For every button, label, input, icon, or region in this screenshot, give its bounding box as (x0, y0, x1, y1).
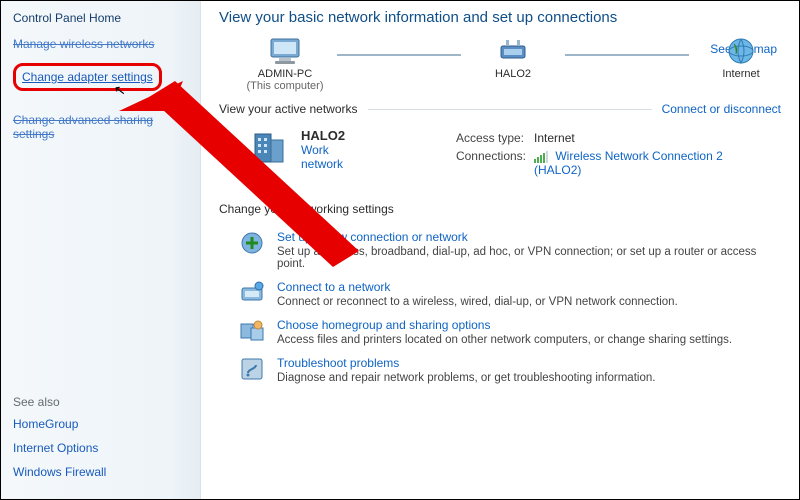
setting-connect-network[interactable]: Connect to a network Connect or reconnec… (219, 274, 781, 312)
setting-title: Connect to a network (277, 280, 678, 294)
setting-title: Troubleshoot problems (277, 356, 655, 370)
setting-desc: Set up a wireless, broadband, dial-up, a… (277, 246, 781, 270)
setting-desc: Access files and printers located on oth… (277, 334, 732, 346)
map-connector-1 (337, 54, 461, 56)
active-network-block: HALO2 Work network Access type: Internet… (219, 124, 781, 188)
active-network-name: HALO2 (301, 128, 374, 143)
sidebar: Control Panel Home Manage wireless netwo… (1, 1, 201, 499)
globe-icon (726, 36, 756, 66)
connect-network-icon (239, 280, 265, 306)
computer-icon (267, 36, 303, 66)
access-type-label: Access type: (456, 130, 532, 146)
node-router-label: HALO2 (495, 68, 531, 80)
connect-disconnect-link[interactable]: Connect or disconnect (662, 102, 781, 116)
router-icon (498, 36, 528, 66)
setting-troubleshoot[interactable]: Troubleshoot problems Diagnose and repai… (219, 350, 781, 388)
see-also-internet-options[interactable]: Internet Options (13, 441, 188, 455)
setting-desc: Connect or reconnect to a wireless, wire… (277, 296, 678, 308)
sidebar-link-change-adapter[interactable]: Change adapter settings (22, 70, 153, 84)
see-also-homegroup[interactable]: HomeGroup (13, 417, 188, 431)
node-internet-label: Internet (722, 68, 759, 80)
page-title: View your basic network information and … (219, 9, 781, 26)
node-router[interactable]: HALO2 (473, 36, 553, 92)
node-pc-label: ADMIN-PC (258, 68, 312, 80)
see-also-label: See also (13, 395, 188, 409)
sidebar-link-manage-wireless[interactable]: Manage wireless networks (13, 37, 188, 51)
setting-desc: Diagnose and repair network problems, or… (277, 372, 655, 384)
setup-connection-icon (239, 230, 265, 256)
active-networks-header: View your active networks (219, 102, 358, 116)
see-also-windows-firewall[interactable]: Windows Firewall (13, 465, 188, 479)
homegroup-icon (239, 318, 265, 344)
connections-label: Connections: (456, 148, 532, 178)
network-map: ADMIN-PC (This computer) HALO2 Int (245, 36, 781, 92)
divider-line (368, 109, 652, 110)
change-settings-header: Change your networking settings (219, 202, 781, 216)
troubleshoot-icon (239, 356, 265, 382)
active-network-props: Access type: Internet Connections: Wirel… (454, 128, 781, 180)
map-connector-2 (565, 54, 689, 56)
sidebar-link-change-advanced-sharing[interactable]: Change advanced sharing settings (13, 113, 188, 141)
active-network-type[interactable]: Work network (301, 143, 374, 171)
signal-icon (534, 151, 548, 163)
setting-setup-connection[interactable]: Set up a new connection or network Set u… (219, 224, 781, 274)
node-pc-sublabel: (This computer) (246, 80, 323, 92)
connections-value-link[interactable]: Wireless Network Connection 2 (HALO2) (534, 149, 723, 177)
access-type-value: Internet (534, 130, 779, 146)
setting-title: Choose homegroup and sharing options (277, 318, 732, 332)
control-panel-home-link[interactable]: Control Panel Home (13, 11, 188, 25)
setting-title: Set up a new connection or network (277, 230, 781, 244)
highlight-box: Change adapter settings ↖ (13, 63, 162, 91)
cursor-icon: ↖ (113, 81, 127, 99)
building-icon (249, 128, 289, 166)
main-panel: View your basic network information and … (201, 1, 799, 499)
node-internet[interactable]: Internet (701, 36, 781, 92)
setting-homegroup-sharing[interactable]: Choose homegroup and sharing options Acc… (219, 312, 781, 350)
node-this-pc[interactable]: ADMIN-PC (This computer) (245, 36, 325, 92)
